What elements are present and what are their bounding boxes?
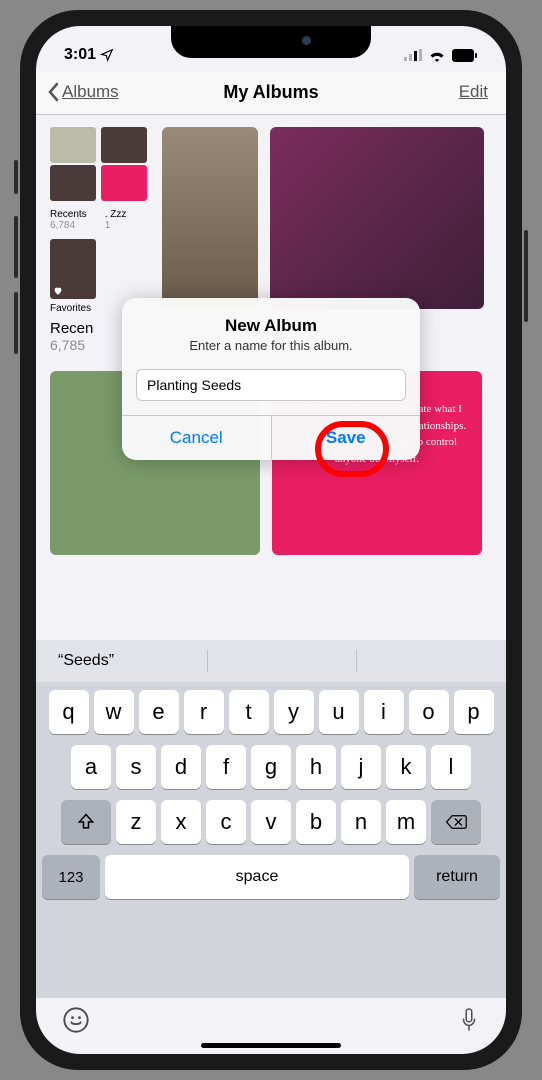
key-n[interactable]: n [341,800,381,844]
edit-button[interactable]: Edit [459,82,488,102]
key-g[interactable]: g [251,745,291,789]
thumb[interactable] [50,165,96,201]
album-count: 6,784 [50,220,87,231]
cellular-icon [404,49,422,61]
key-z[interactable]: z [116,800,156,844]
back-button[interactable]: Albums [46,82,119,102]
album-recents[interactable] [162,127,258,309]
key-h[interactable]: h [296,745,336,789]
key-q[interactable]: q [49,690,89,734]
key-x[interactable]: x [161,800,201,844]
key-o[interactable]: o [409,690,449,734]
page-title: My Albums [223,82,318,103]
key-t[interactable]: t [229,690,269,734]
return-key[interactable]: return [414,855,500,899]
backspace-icon [445,813,467,831]
album-name-input[interactable] [136,369,406,401]
album-thumb[interactable] [270,127,484,309]
dialog-title: New Album [138,316,404,336]
key-a[interactable]: a [71,745,111,789]
home-indicator[interactable] [201,1043,341,1048]
album-count: 1 [105,220,127,231]
key-r[interactable]: r [184,690,224,734]
new-album-dialog: New Album Enter a name for this album. C… [122,298,420,460]
key-v[interactable]: v [251,800,291,844]
album-label: . Zzz [105,209,127,220]
thumb[interactable] [101,165,147,201]
key-k[interactable]: k [386,745,426,789]
key-w[interactable]: w [94,690,134,734]
album-label: Recents [50,209,87,220]
thumb[interactable] [50,127,96,163]
location-arrow-icon [100,48,114,62]
shift-icon [76,812,96,832]
dialog-message: Enter a name for this album. [138,338,404,353]
key-p[interactable]: p [454,690,494,734]
key-u[interactable]: u [319,690,359,734]
key-l[interactable]: l [431,745,471,789]
key-m[interactable]: m [386,800,426,844]
cancel-button[interactable]: Cancel [122,416,271,460]
keyboard: qwertyuiop asdfghjkl zxcvbnm 123 space r… [36,682,506,998]
key-d[interactable]: d [161,745,201,789]
status-time: 3:01 [64,46,96,64]
numbers-key[interactable]: 123 [42,855,100,899]
emoji-icon[interactable] [62,1006,90,1034]
key-b[interactable]: b [296,800,336,844]
delete-key[interactable] [431,800,481,844]
thumb-favorites[interactable] [50,239,96,299]
save-button[interactable]: Save [271,416,421,460]
key-f[interactable]: f [206,745,246,789]
mic-icon[interactable] [458,1006,480,1034]
suggestion-empty[interactable] [208,650,358,672]
space-key[interactable]: space [105,855,409,899]
key-c[interactable]: c [206,800,246,844]
thumb[interactable] [101,127,147,163]
key-e[interactable]: e [139,690,179,734]
keyboard-suggestion-bar: “Seeds” [36,640,506,682]
key-i[interactable]: i [364,690,404,734]
chevron-left-icon [46,82,60,102]
suggestion[interactable]: “Seeds” [36,650,208,672]
battery-icon [452,49,478,62]
wifi-icon [428,49,446,62]
key-j[interactable]: j [341,745,381,789]
nav-bar: Albums My Albums Edit [36,72,506,115]
heart-icon [53,286,63,296]
key-s[interactable]: s [116,745,156,789]
back-label: Albums [62,82,119,102]
shift-key[interactable] [61,800,111,844]
key-y[interactable]: y [274,690,314,734]
suggestion-empty[interactable] [357,650,506,672]
